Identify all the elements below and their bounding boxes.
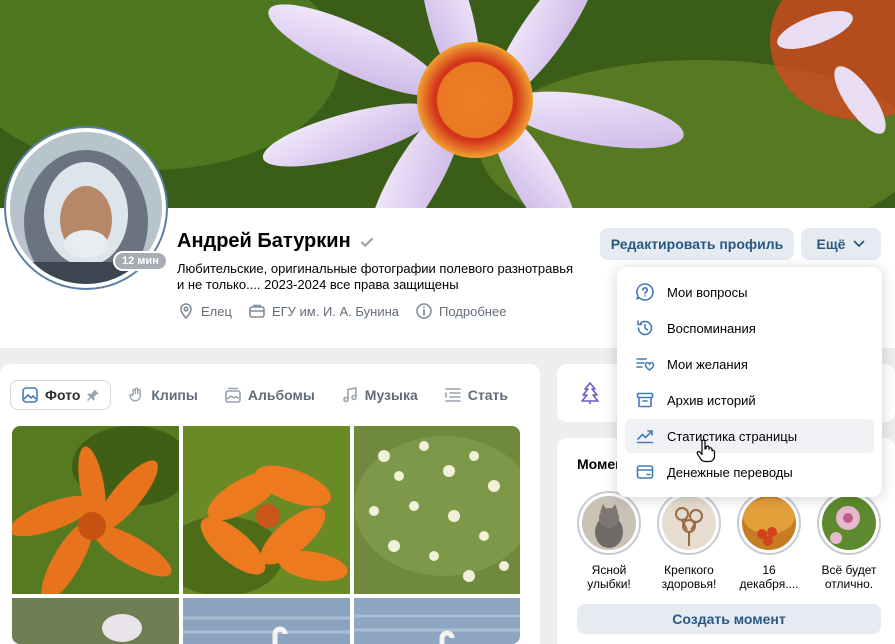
photo-thumbnail[interactable] xyxy=(183,426,350,594)
question-icon xyxy=(636,283,654,301)
photo-meadow-flowers xyxy=(354,426,520,594)
photo-lily-2 xyxy=(183,426,350,594)
menu-item-stories-archive[interactable]: Архив историй xyxy=(625,383,874,417)
location-icon xyxy=(180,303,192,320)
menu-item-label: Статистика страницы xyxy=(667,428,798,444)
tab-albums[interactable]: Альбомы xyxy=(214,380,325,410)
tab-clips-label: Клипы xyxy=(151,387,198,403)
moment-label: Ясной улыбки! xyxy=(587,563,631,591)
more-button[interactable]: Ещё xyxy=(801,228,881,260)
meta-education[interactable]: ЕГУ им. И. А. Бунина xyxy=(248,302,399,320)
photo-grass xyxy=(12,598,179,644)
menu-item-wishlist[interactable]: Мои желания xyxy=(625,347,874,381)
moment-label: Всё будет отлично. xyxy=(821,563,877,591)
meta-location-label: Елец xyxy=(201,303,232,319)
clips-icon xyxy=(129,387,142,402)
create-moment-button[interactable]: Создать момент xyxy=(577,604,881,634)
meta-details-link[interactable]: Подробнее xyxy=(415,302,506,320)
menu-item-label: Денежные переводы xyxy=(667,464,793,480)
moment-cat-image xyxy=(582,496,636,550)
photo-swan-2 xyxy=(354,598,520,644)
menu-item-label: Мои вопросы xyxy=(667,284,748,300)
tab-albums-label: Альбомы xyxy=(247,387,315,403)
transfer-icon xyxy=(636,465,654,479)
edit-profile-button[interactable]: Редактировать профиль xyxy=(600,228,794,260)
moment-ring xyxy=(737,491,801,555)
hand-cursor-icon xyxy=(696,439,716,463)
photo-grid xyxy=(12,426,520,644)
online-status-badge: 12 мин xyxy=(113,251,168,271)
moment-berries-image xyxy=(742,496,796,550)
media-tabs: Фото Клипы Альбомы Музыка Стать xyxy=(10,380,518,410)
tab-photos[interactable]: Фото xyxy=(10,380,112,410)
photo-thumbnail[interactable] xyxy=(354,426,520,594)
moment-ring xyxy=(577,491,641,555)
meta-details-label: Подробнее xyxy=(439,303,507,319)
meta-location[interactable]: Елец xyxy=(177,302,232,320)
tab-articles-label: Стать xyxy=(467,387,508,403)
moment-thumbnail xyxy=(822,496,876,550)
moment-item[interactable]: Крепкого здоровья! xyxy=(657,491,721,591)
photo-thumbnail[interactable] xyxy=(354,598,520,644)
menu-item-label: Воспоминания xyxy=(667,320,756,336)
archive-icon xyxy=(636,392,654,408)
albums-icon xyxy=(225,387,241,403)
moment-item[interactable]: Всё будет отлично. xyxy=(817,491,881,591)
verified-check-icon xyxy=(360,237,373,247)
menu-item-page-stats[interactable]: Статистика страницы xyxy=(625,419,874,453)
history-icon xyxy=(637,320,653,336)
moment-label: 16 декабря.... xyxy=(739,563,799,591)
menu-item-label: Мои желания xyxy=(667,356,748,372)
briefcase-icon xyxy=(249,304,265,318)
articles-icon xyxy=(444,388,461,402)
wishlist-icon xyxy=(636,358,655,371)
menu-item-money-transfers[interactable]: Денежные переводы xyxy=(625,455,874,489)
photo-thumbnail[interactable] xyxy=(183,598,350,644)
tab-photos-label: Фото xyxy=(45,387,81,403)
music-icon xyxy=(342,387,357,403)
pin-icon xyxy=(87,389,99,401)
menu-item-memories[interactable]: Воспоминания xyxy=(625,311,874,345)
photo-swan-1 xyxy=(183,598,350,644)
stats-icon xyxy=(636,430,654,444)
profile-meta: Елец ЕГУ им. И. А. Бунина Подробнее xyxy=(177,302,506,320)
tab-music[interactable]: Музыка xyxy=(331,380,428,410)
photo-thumbnail[interactable] xyxy=(12,426,179,594)
profile-name: Андрей Батуркин xyxy=(177,230,351,252)
moment-label: Крепкого здоровья! xyxy=(661,563,717,591)
profile-bio: Любительские, оригинальные фотографии по… xyxy=(177,261,574,292)
menu-item-my-questions[interactable]: Мои вопросы xyxy=(625,275,874,309)
photo-lily-1 xyxy=(12,426,179,594)
tab-music-label: Музыка xyxy=(364,387,418,403)
moment-item[interactable]: 16 декабря.... xyxy=(737,491,801,591)
more-button-label: Ещё xyxy=(816,236,846,252)
meta-education-label: ЕГУ им. И. А. Бунина xyxy=(271,303,399,319)
more-dropdown-menu: Мои вопросы Воспоминания Мои желания Арх… xyxy=(617,267,882,497)
moment-ring xyxy=(817,491,881,555)
name-row: Андрей Батуркин xyxy=(177,230,375,253)
moment-thumbnail xyxy=(582,496,636,550)
chevron-down-icon xyxy=(854,240,865,247)
moment-ring xyxy=(657,491,721,555)
info-icon xyxy=(416,303,432,319)
photo-icon xyxy=(22,387,38,403)
photo-thumbnail[interactable] xyxy=(12,598,179,644)
menu-item-label: Архив историй xyxy=(667,392,756,408)
tree-icon xyxy=(581,382,599,404)
moment-thumbnail xyxy=(662,496,716,550)
tab-articles[interactable]: Стать xyxy=(434,380,518,410)
moment-mallow-image xyxy=(822,496,876,550)
moment-item[interactable]: Ясной улыбки! xyxy=(577,491,641,591)
moments-list: Ясной улыбки! Крепкого здоровья! 16 дека… xyxy=(577,491,881,591)
moment-thumbnail xyxy=(742,496,796,550)
moment-dry-flower-image xyxy=(662,496,716,550)
tab-clips[interactable]: Клипы xyxy=(117,380,207,410)
